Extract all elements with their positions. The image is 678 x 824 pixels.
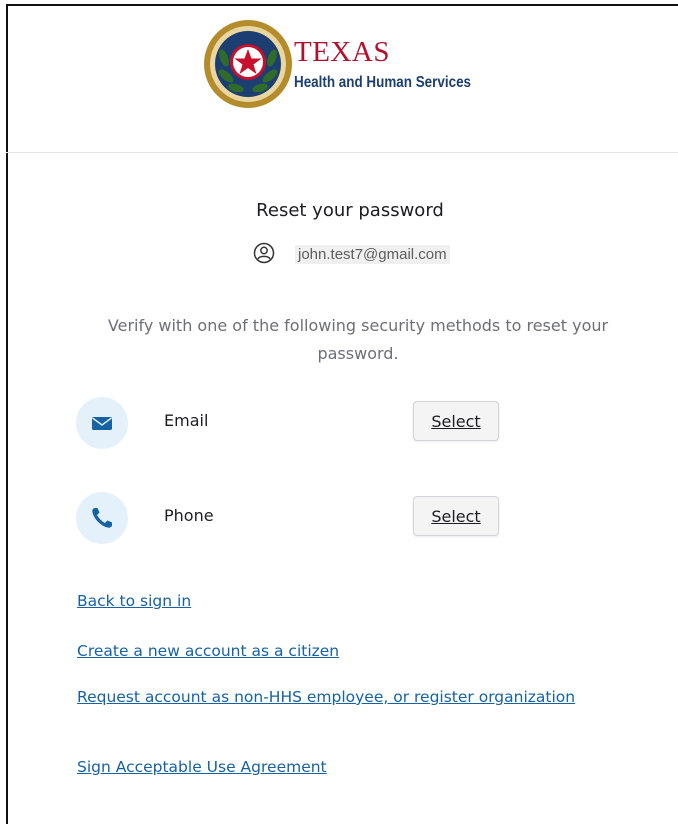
select-phone-button[interactable]: Select — [413, 496, 499, 536]
texas-seal-icon — [204, 20, 292, 108]
method-label: Phone — [164, 506, 214, 525]
logo-subtitle: Health and Human Services — [294, 74, 472, 91]
request-account-link[interactable]: Request account as non-HHS employee, or … — [77, 686, 597, 708]
method-phone: Phone Select — [76, 492, 516, 544]
username: john.test7@gmail.com — [295, 245, 450, 264]
back-to-sign-in-link[interactable]: Back to sign in — [77, 590, 191, 612]
select-email-button[interactable]: Select — [413, 401, 499, 441]
phone-icon — [76, 492, 128, 544]
header: TEXAS Health and Human Services — [6, 6, 678, 153]
create-account-link[interactable]: Create a new account as a citizen — [77, 640, 339, 662]
instructions: Verify with one of the following securit… — [107, 316, 609, 363]
user-circle-icon — [253, 242, 275, 264]
method-email: Email Select — [76, 397, 516, 449]
logo-title: TEXAS — [294, 36, 390, 68]
logo: TEXAS Health and Human Services — [202, 18, 522, 110]
method-label: Email — [164, 411, 209, 430]
page-title: Reset your password — [256, 200, 444, 221]
email-icon — [76, 397, 128, 449]
sign-agreement-link[interactable]: Sign Acceptable Use Agreement — [77, 756, 327, 778]
